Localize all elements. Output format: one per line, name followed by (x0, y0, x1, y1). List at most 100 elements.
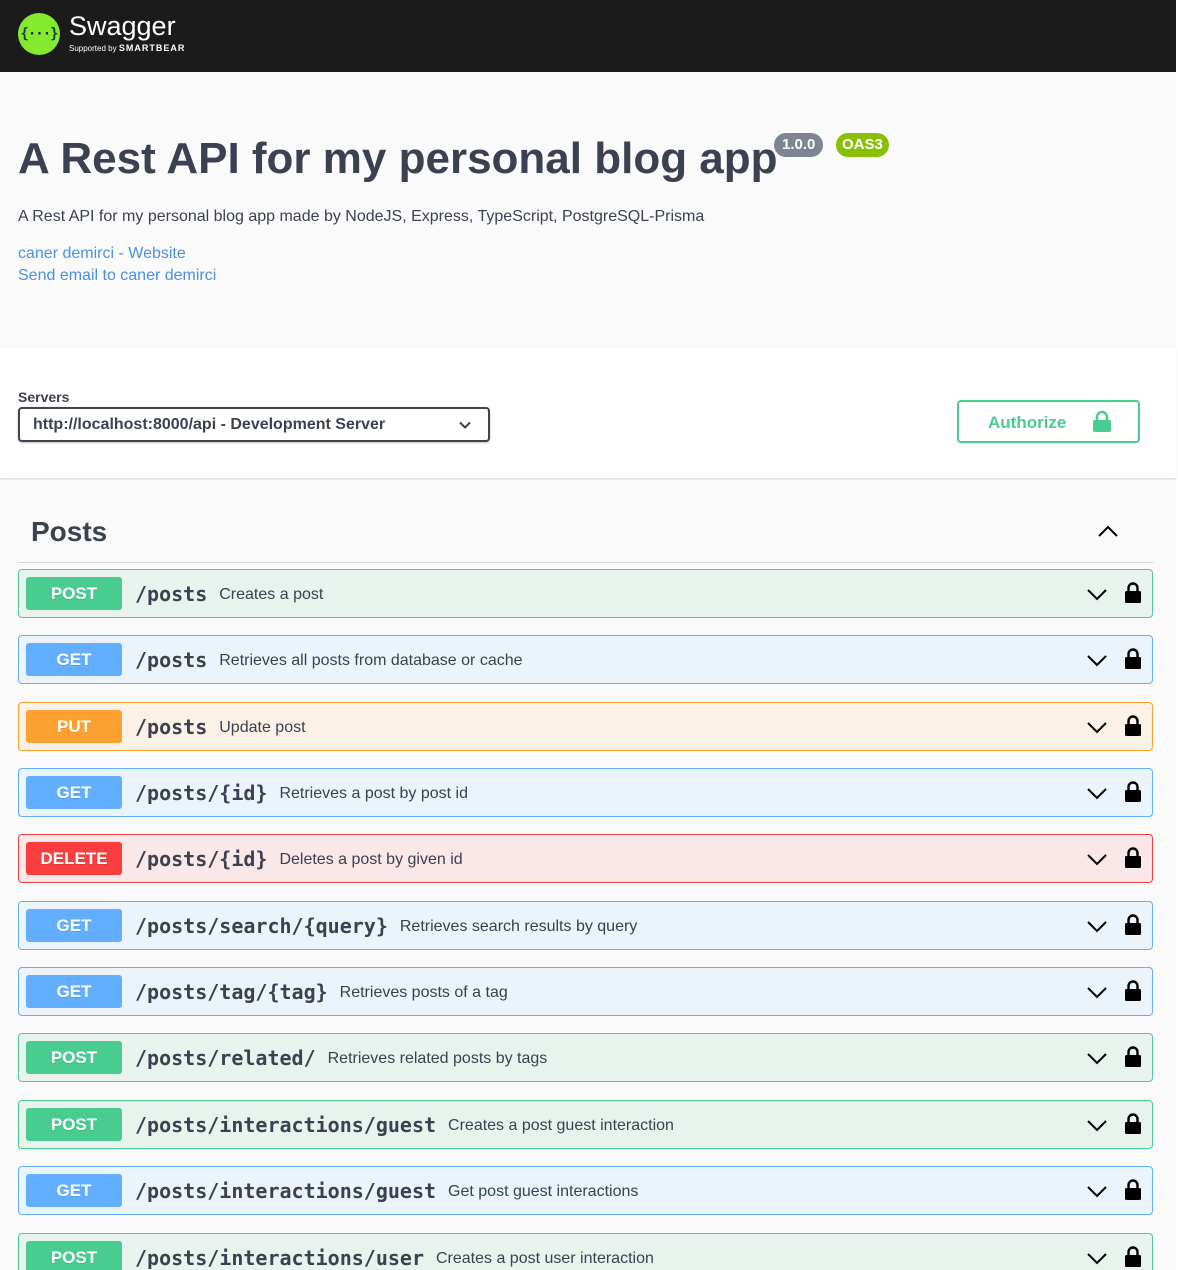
chevron-down-icon[interactable] (1086, 1249, 1108, 1267)
operation-path: /posts/related/ (135, 1046, 316, 1070)
operation-path: /posts/tag/{tag} (135, 980, 328, 1004)
method-badge: GET (26, 909, 122, 942)
chevron-down-icon[interactable] (1086, 1182, 1108, 1200)
operation-path-wrap: /posts Retrieves all posts from database … (135, 648, 523, 672)
operation-summary: Retrieves search results by query (399, 918, 638, 935)
logo-symbol: {···} (20, 25, 58, 42)
api-info: A Rest API for my personal blog app 1.0.… (0, 72, 1176, 348)
chevron-down-icon[interactable] (1086, 585, 1108, 603)
operation-summary: Retrieves all posts from database or cac… (219, 652, 523, 669)
swagger-logo[interactable]: {···} Swagger Supported by SMARTBEAR (18, 12, 185, 55)
chevron-up-icon[interactable] (1096, 522, 1120, 540)
chevron-down-icon[interactable] (1086, 850, 1108, 868)
operation-path: /posts/interactions/guest (135, 1179, 437, 1203)
swagger-logo-icon: {···} (18, 12, 60, 55)
operation-path: /posts/search/{query} (135, 914, 388, 938)
operation-get[interactable]: GET/posts/{id} Retrieves a post by post i… (18, 768, 1153, 817)
lock-icon[interactable] (1124, 714, 1142, 736)
operation-path-wrap: /posts/{id} Retrieves a post by post id (135, 781, 468, 805)
operation-get[interactable]: GET/posts/tag/{tag} Retrieves posts of a … (18, 967, 1153, 1016)
operation-path-wrap: /posts/related/Retrieves related posts b… (135, 1046, 547, 1070)
chevron-down-icon[interactable] (1086, 651, 1108, 669)
topbar: {···} Swagger Supported by SMARTBEAR (0, 0, 1176, 72)
lock-icon[interactable] (1124, 1112, 1142, 1134)
chevron-down-icon[interactable] (1086, 983, 1108, 1001)
operation-summary: Deletes a post by given id (279, 851, 463, 868)
authorize-button[interactable]: Authorize (957, 400, 1140, 443)
method-badge: DELETE (26, 842, 122, 875)
operation-path: /posts (135, 648, 208, 672)
operation-post[interactable]: POST/posts/interactions/guest Creates a p… (18, 1100, 1153, 1149)
operation-delete[interactable]: DELETE/posts/{id} Deletes a post by given… (18, 834, 1153, 883)
operation-path-wrap: /posts/interactions/user Creates a post u… (135, 1246, 654, 1270)
operation-path-wrap: /posts/interactions/guest Creates a post … (135, 1113, 674, 1137)
servers-label: Servers (18, 389, 70, 405)
lock-icon[interactable] (1124, 846, 1142, 868)
operation-path-wrap: /posts Update post (135, 715, 306, 739)
operation-summary: Update post (219, 719, 306, 736)
operation-summary: Creates a post guest interaction (448, 1117, 674, 1134)
operation-summary: Retrieves posts of a tag (339, 984, 508, 1001)
operation-path-wrap: /posts Creates a post (135, 582, 323, 606)
method-badge: POST (26, 577, 122, 610)
operation-path: /posts/{id} (135, 781, 268, 805)
server-select[interactable]: http://localhost:8000/api - Development … (18, 407, 490, 442)
lock-icon[interactable] (1124, 1245, 1142, 1267)
lock-icon[interactable] (1124, 581, 1142, 603)
website-link[interactable]: caner demirci - Website (18, 245, 186, 263)
operation-post[interactable]: POST/posts Creates a post (18, 569, 1153, 618)
chevron-down-icon[interactable] (1086, 1049, 1108, 1067)
operation-path: /posts (135, 715, 208, 739)
chevron-down-icon[interactable] (1086, 1116, 1108, 1134)
operation-summary: Creates a post user interaction (435, 1250, 654, 1267)
oas-badge: OAS3 (836, 133, 889, 157)
method-badge: POST (26, 1108, 122, 1141)
operation-path-wrap: /posts/{id} Deletes a post by given id (135, 847, 463, 871)
operation-get[interactable]: GET/posts Retrieves all posts from databa… (18, 635, 1153, 684)
version-badge: 1.0.0 (774, 133, 824, 157)
operation-summary: Get post guest interactions (448, 1183, 639, 1200)
lock-icon[interactable] (1124, 780, 1142, 802)
operation-post[interactable]: POST/posts/interactions/user Creates a po… (18, 1233, 1153, 1270)
method-badge: GET (26, 643, 122, 676)
logo-text: Swagger Supported by SMARTBEAR (69, 12, 185, 55)
operation-summary: Retrieves a post by post id (279, 785, 468, 802)
method-badge: POST (26, 1041, 122, 1074)
operation-summary: Retrieves related posts by tags (327, 1050, 548, 1067)
operation-path-wrap: /posts/search/{query} Retrieves search re… (135, 914, 637, 938)
method-badge: GET (26, 975, 122, 1008)
operation-put[interactable]: PUT/posts Update post (18, 702, 1153, 751)
logo-subtitle: Supported by SMARTBEAR (69, 42, 185, 55)
method-badge: PUT (26, 710, 122, 743)
chevron-down-icon[interactable] (1086, 917, 1108, 935)
logo-name: Swagger (69, 11, 176, 41)
operation-path: /posts/{id} (135, 847, 268, 871)
operation-summary: Creates a post (219, 586, 324, 603)
email-link[interactable]: Send email to caner demirci (18, 267, 216, 285)
operation-post[interactable]: POST/posts/related/Retrieves related pos… (18, 1033, 1153, 1082)
method-badge: GET (26, 1174, 122, 1207)
operation-path-wrap: /posts/interactions/guest Get post guest … (135, 1179, 638, 1203)
api-description: A Rest API for my personal blog app made… (18, 208, 705, 225)
logo-supported-by: Supported by (69, 44, 117, 53)
operation-get[interactable]: GET/posts/interactions/guest Get post gue… (18, 1166, 1153, 1215)
method-badge: POST (26, 1241, 122, 1270)
operation-get[interactable]: GET/posts/search/{query} Retrieves search… (18, 901, 1153, 950)
lock-icon (1093, 410, 1111, 432)
tag-section-posts: Posts POST/posts Creates a post GET/posts R… (0, 480, 1176, 1270)
lock-icon[interactable] (1124, 1178, 1142, 1200)
chevron-down-icon[interactable] (1086, 718, 1108, 736)
authorize-label: Authorize (988, 413, 1067, 432)
tag-divider (18, 562, 1153, 563)
lock-icon[interactable] (1124, 647, 1142, 669)
scheme-container: Servers http://localhost:8000/api - Deve… (0, 348, 1176, 479)
tag-title[interactable]: Posts (31, 516, 107, 548)
lock-icon[interactable] (1124, 913, 1142, 935)
operation-path: /posts (135, 582, 208, 606)
page-title: A Rest API for my personal blog app (18, 134, 778, 183)
lock-icon[interactable] (1124, 1045, 1142, 1067)
lock-icon[interactable] (1124, 979, 1142, 1001)
operation-path-wrap: /posts/tag/{tag} Retrieves posts of a tag (135, 980, 508, 1004)
server-select-value: http://localhost:8000/api - Development … (33, 416, 386, 433)
chevron-down-icon[interactable] (1086, 784, 1108, 802)
